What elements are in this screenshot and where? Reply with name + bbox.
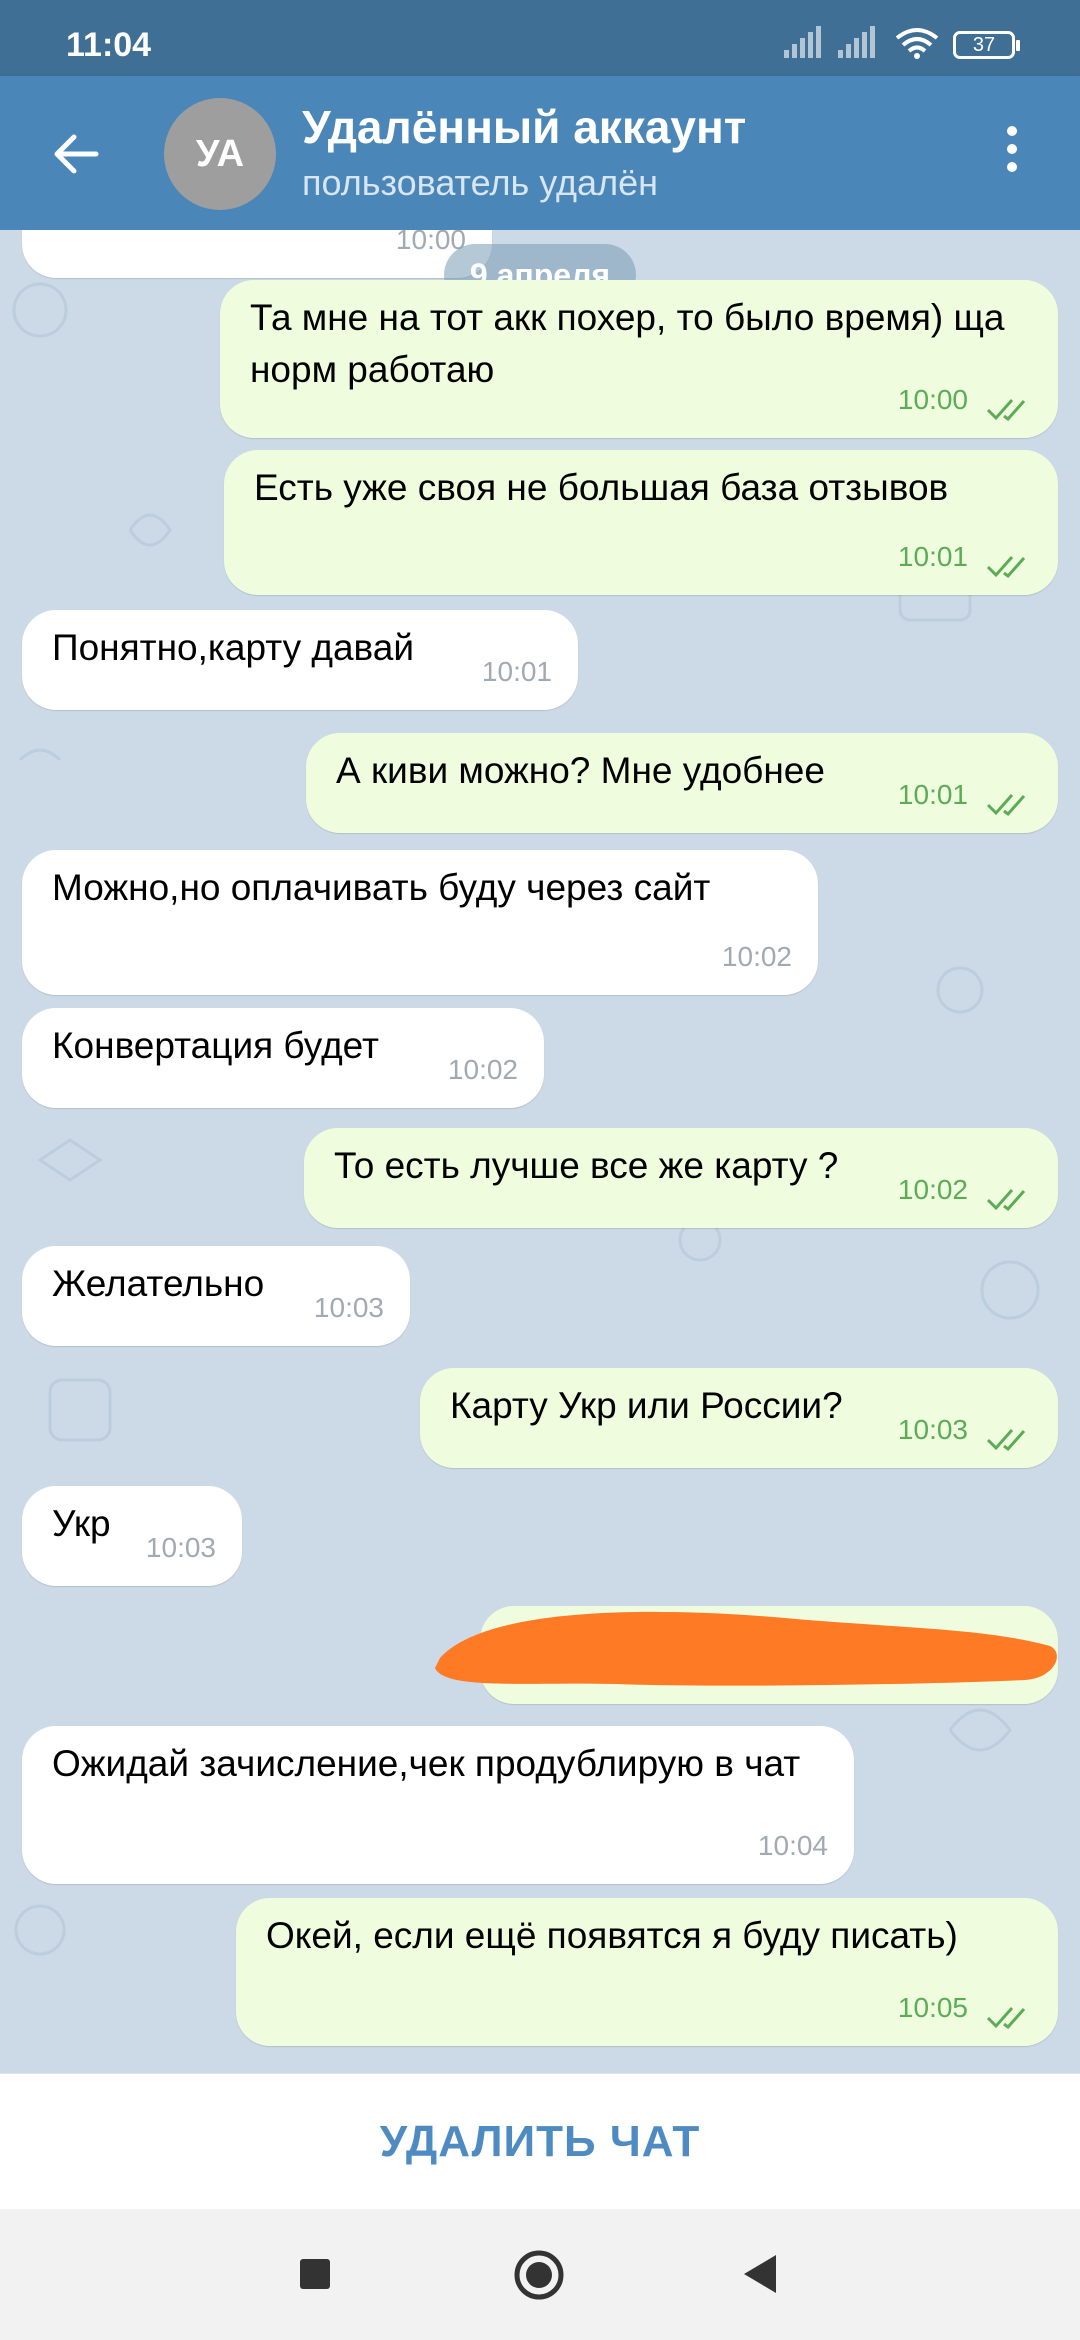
message-text: Укр <box>52 1503 111 1544</box>
message-time: 10:05 <box>897 1992 968 2023</box>
message-text: Та мне на тот акк похер, то было время) … <box>250 297 1005 390</box>
status-bar: 11:04 37 <box>0 0 1080 76</box>
message-time: 10:02 <box>721 941 792 972</box>
message-bubble-incoming[interactable]: Желательно 10:03 <box>22 1246 410 1346</box>
message-text: Карту Укр или России? <box>450 1385 843 1426</box>
message-time: 10:02 <box>447 1054 518 1085</box>
more-vert-icon[interactable] <box>1000 126 1024 186</box>
double-check-icon <box>986 1189 1026 1212</box>
message-time: 10:04 <box>757 1830 828 1861</box>
double-check-icon <box>986 399 1026 422</box>
message-text: Ожидай зачисление,чек продублирую в чат <box>52 1743 801 1784</box>
message-text: Конвертация будет <box>52 1025 379 1066</box>
message-bubble-outgoing[interactable]: То есть лучше все же карту ? 10:02 <box>304 1128 1058 1228</box>
redaction-scribble <box>435 1611 1057 1686</box>
message-text: А киви можно? Мне удобнее <box>336 750 825 791</box>
message-time: 10:01 <box>897 541 968 572</box>
message-time: 10:03 <box>313 1292 384 1323</box>
message-bubble-outgoing[interactable]: Та мне на тот акк похер, то было время) … <box>220 280 1058 438</box>
system-nav-bar <box>0 2209 1080 2340</box>
message-time: 10:03 <box>897 1414 968 1445</box>
message-text: Понятно,карту давай <box>52 627 415 668</box>
signal-icon <box>784 26 821 58</box>
battery-icon: 37 <box>953 31 1020 59</box>
message-bubble-incoming[interactable]: Ожидай зачисление,чек продублирую в чат … <box>22 1726 854 1884</box>
back-arrow-icon[interactable] <box>50 128 102 180</box>
chat-subtitle: пользователь удалён <box>302 162 658 203</box>
message-time: 10:02 <box>897 1174 968 1205</box>
message-bubble-outgoing[interactable]: Карту Укр или России? 10:03 <box>420 1368 1058 1468</box>
message-bubble-partial[interactable]: 10:00 <box>22 230 492 278</box>
message-time: 10:01 <box>897 779 968 810</box>
delete-chat-button[interactable]: УДАЛИТЬ ЧАТ <box>0 2073 1080 2210</box>
message-bubble-outgoing[interactable]: Окей, если ещё появятся я буду писать) 1… <box>236 1898 1058 2046</box>
status-time: 11:04 <box>66 26 152 64</box>
signal-icon <box>838 26 875 58</box>
delete-chat-label: УДАЛИТЬ ЧАТ <box>379 2117 701 2166</box>
double-check-icon <box>986 1429 1026 1452</box>
nav-back-icon[interactable] <box>740 2253 780 2295</box>
message-text: Желательно <box>52 1263 265 1304</box>
message-text: То есть лучше все же карту ? <box>334 1145 839 1186</box>
message-bubble-incoming[interactable]: Понятно,карту давай 10:01 <box>22 610 578 710</box>
avatar[interactable]: УА <box>164 98 276 210</box>
message-time: 10:00 <box>897 384 968 415</box>
message-bubble-incoming[interactable]: Укр 10:03 <box>22 1486 242 1586</box>
double-check-icon <box>986 556 1026 579</box>
message-bubble-outgoing[interactable]: А киви можно? Мне удобнее 10:01 <box>306 733 1058 833</box>
message-bubble-incoming[interactable]: Можно,но оплачивать буду через сайт 10:0… <box>22 850 818 995</box>
chat-header: УА Удалённый аккаунт пользователь удалён <box>0 76 1080 230</box>
message-text: Есть уже своя не большая база отзывов <box>254 467 949 508</box>
message-text: Можно,но оплачивать буду через сайт <box>52 867 711 908</box>
nav-home-icon[interactable] <box>513 2249 565 2301</box>
message-bubble-incoming[interactable]: Конвертация будет 10:02 <box>22 1008 544 1108</box>
message-text: Окей, если ещё появятся я буду писать) <box>266 1915 958 1956</box>
message-time: 10:01 <box>481 656 552 687</box>
wifi-icon <box>895 28 939 59</box>
chat-title[interactable]: Удалённый аккаунт <box>302 100 746 154</box>
double-check-icon <box>986 794 1026 817</box>
message-time: 10:03 <box>145 1532 216 1563</box>
nav-recents-icon[interactable] <box>300 2259 330 2289</box>
message-bubble-outgoing[interactable]: Есть уже своя не большая база отзывов 10… <box>224 450 1058 595</box>
double-check-icon <box>986 2007 1026 2030</box>
chat-area[interactable]: 10:00 9 апреля Та мне на тот акк похер, … <box>0 230 1080 2073</box>
